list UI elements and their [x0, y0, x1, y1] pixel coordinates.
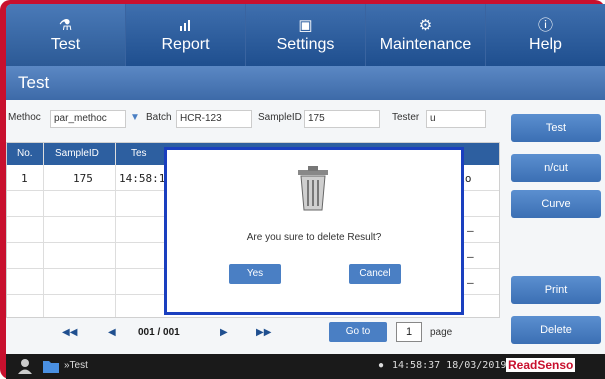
col-divider — [115, 143, 116, 317]
n-cut-button[interactable]: n/cut — [511, 154, 601, 182]
settings-panel-icon: ▣ — [298, 16, 313, 34]
page-label: page — [430, 327, 453, 338]
tab-label: Report — [161, 35, 210, 53]
info-icon: ⓘ — [537, 16, 553, 34]
gear-icon: ⚙ — [418, 16, 433, 34]
clock-icon: ● — [378, 360, 385, 371]
tester-field[interactable]: u — [426, 110, 486, 128]
page-title: Test — [6, 66, 605, 100]
folder-icon — [42, 358, 60, 377]
chart-icon — [178, 17, 194, 35]
page-input[interactable]: 1 — [396, 322, 422, 342]
col-test: Tes — [131, 148, 147, 159]
tab-settings[interactable]: ▣ Settings — [246, 4, 366, 66]
print-button[interactable]: Print — [511, 276, 601, 304]
sampleid-field[interactable]: 175 — [304, 110, 380, 128]
next-page-button[interactable]: ▶ — [220, 327, 228, 338]
sampleid-label: SampleID — [258, 112, 302, 123]
tab-label: Settings — [276, 35, 335, 53]
yes-button[interactable]: Yes — [229, 264, 281, 284]
clock: 14:58:37 18/03/2019 — [392, 360, 507, 371]
first-page-button[interactable]: ◀◀ — [62, 327, 77, 338]
col-no: No. — [17, 148, 33, 159]
tab-maintenance[interactable]: ⚙ Maintenance — [366, 4, 486, 66]
tab-label: Help — [529, 35, 562, 53]
brand-logo: ReadSenso — [506, 358, 576, 372]
pager: ◀◀ ◀ 001 / 001 ▶ ▶▶ Go to 1 page — [6, 322, 500, 344]
prev-page-button[interactable]: ◀ — [108, 327, 116, 338]
user-icon — [16, 357, 34, 378]
tester-label: Tester — [392, 112, 420, 123]
delete-button[interactable]: Delete — [511, 316, 601, 344]
status-bar: »Test ● 14:58:37 18/03/2019 ReadSenso — [6, 354, 605, 379]
app-screen: ⚗ Test Report ▣ Settings ⚙ Maintenance ⓘ… — [6, 4, 605, 379]
test-button[interactable]: Test — [511, 114, 601, 142]
page-info: 001 / 001 — [138, 327, 180, 338]
tab-label: Maintenance — [379, 35, 472, 53]
method-label: Methoc — [8, 112, 41, 123]
flask-icon: ⚗ — [58, 16, 73, 34]
chevron-down-icon[interactable]: ▼ — [130, 112, 140, 123]
last-page-button[interactable]: ▶▶ — [256, 327, 271, 338]
tab-label: Test — [50, 35, 81, 53]
confirm-dialog: Are you sure to delete Result? Yes Cance… — [164, 147, 464, 315]
dialog-message: Are you sure to delete Result? — [246, 232, 382, 243]
tab-test[interactable]: ⚗ Test — [6, 4, 126, 66]
filter-row: Methoc par_methoc ▼ Batch HCR-123 Sample… — [6, 108, 506, 130]
method-value: par_methoc — [54, 113, 107, 124]
batch-field[interactable]: HCR-123 — [176, 110, 252, 128]
col-divider — [43, 143, 44, 317]
method-select[interactable]: par_methoc — [50, 110, 126, 128]
breadcrumb: »Test — [64, 360, 88, 371]
curve-button[interactable]: Curve — [511, 190, 601, 218]
tab-report[interactable]: Report — [126, 4, 246, 66]
trash-icon — [295, 164, 331, 217]
tab-help[interactable]: ⓘ Help — [486, 4, 605, 66]
batch-label: Batch — [146, 112, 172, 123]
col-sampleid: SampleID — [55, 148, 99, 159]
goto-button[interactable]: Go to — [329, 322, 387, 342]
cancel-button[interactable]: Cancel — [349, 264, 401, 284]
top-nav: ⚗ Test Report ▣ Settings ⚙ Maintenance ⓘ… — [6, 4, 605, 66]
